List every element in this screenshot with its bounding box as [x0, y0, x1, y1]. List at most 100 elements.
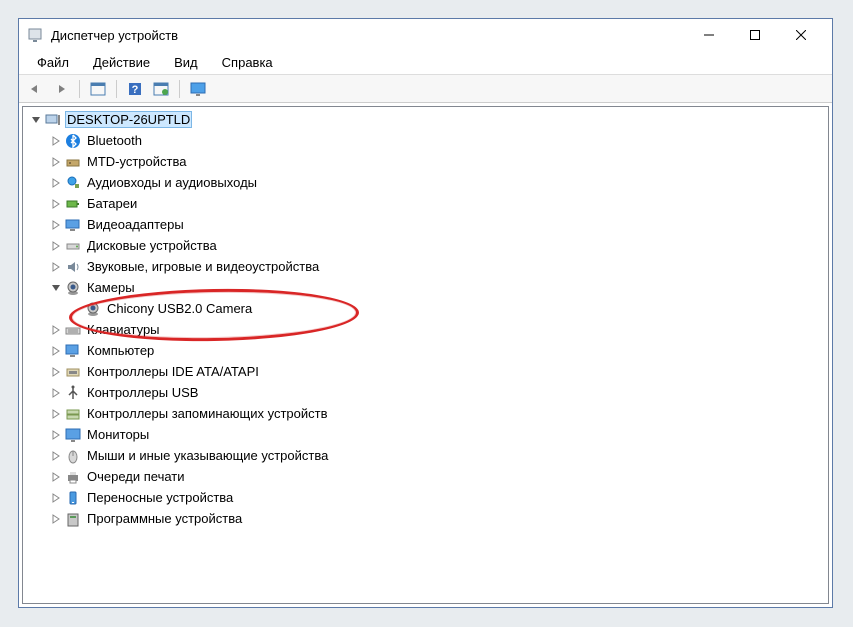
category-label: Камеры	[85, 280, 137, 295]
device-tree[interactable]: DESKTOP-26UPTLD Bluetooth MTD-устройства А…	[22, 106, 829, 604]
chevron-right-icon[interactable]	[49, 134, 63, 148]
tree-category[interactable]: Клавиатуры	[23, 319, 828, 340]
tree-category[interactable]: Контроллеры запоминающих устройств	[23, 403, 828, 424]
category-label: Мониторы	[85, 427, 151, 442]
category-label: Мыши и иные указывающие устройства	[85, 448, 330, 463]
chevron-right-icon[interactable]	[49, 428, 63, 442]
category-label: MTD-устройства	[85, 154, 188, 169]
tree-category[interactable]: Мыши и иные указывающие устройства	[23, 445, 828, 466]
menu-help[interactable]: Справка	[212, 53, 283, 72]
minimize-button[interactable]	[686, 20, 732, 50]
category-label: Переносные устройства	[85, 490, 235, 505]
category-label: Программные устройства	[85, 511, 244, 526]
mtd-icon	[65, 154, 81, 170]
tree-category[interactable]: MTD-устройства	[23, 151, 828, 172]
display-icon	[65, 217, 81, 233]
storage-icon	[65, 406, 81, 422]
category-label: Аудиовходы и аудиовыходы	[85, 175, 259, 190]
tree-category[interactable]: Очереди печати	[23, 466, 828, 487]
help-button[interactable]: ?	[123, 78, 147, 100]
category-label: Видеоадаптеры	[85, 217, 186, 232]
category-label: Bluetooth	[85, 133, 144, 148]
chevron-right-icon[interactable]	[49, 470, 63, 484]
chevron-down-icon[interactable]	[29, 113, 43, 127]
tree-device[interactable]: Chicony USB2.0 Camera	[23, 298, 828, 319]
usb-icon	[65, 385, 81, 401]
disk-icon	[65, 238, 81, 254]
window-title: Диспетчер устройств	[51, 28, 178, 43]
chevron-right-icon[interactable]	[49, 218, 63, 232]
battery-icon	[65, 196, 81, 212]
tree-category[interactable]: Контроллеры IDE ATA/ATAPI	[23, 361, 828, 382]
chevron-right-icon[interactable]	[49, 155, 63, 169]
forward-button[interactable]	[49, 78, 73, 100]
category-label: Контроллеры запоминающих устройств	[85, 406, 329, 421]
ide-icon	[65, 364, 81, 380]
chevron-down-icon[interactable]	[49, 281, 63, 295]
software-icon	[65, 511, 81, 527]
chevron-right-icon[interactable]	[49, 449, 63, 463]
app-icon	[27, 27, 43, 43]
tree-category[interactable]: Компьютер	[23, 340, 828, 361]
svg-text:?: ?	[132, 84, 139, 96]
tree-category[interactable]: Дисковые устройства	[23, 235, 828, 256]
chevron-right-icon[interactable]	[49, 323, 63, 337]
audio-icon	[65, 175, 81, 191]
chevron-right-icon[interactable]	[49, 197, 63, 211]
bluetooth-icon	[65, 133, 81, 149]
chevron-right-icon[interactable]	[49, 407, 63, 421]
chevron-right-icon[interactable]	[49, 512, 63, 526]
menu-file[interactable]: Файл	[27, 53, 79, 72]
tree-category[interactable]: Камеры	[23, 277, 828, 298]
keyboard-icon	[65, 322, 81, 338]
tree-category[interactable]: Контроллеры USB	[23, 382, 828, 403]
category-label: Контроллеры USB	[85, 385, 200, 400]
toolbar-separator	[116, 80, 117, 98]
camera-icon	[85, 301, 101, 317]
chevron-right-icon[interactable]	[49, 176, 63, 190]
mouse-icon	[65, 448, 81, 464]
category-label: Клавиатуры	[85, 322, 162, 337]
chevron-right-icon[interactable]	[49, 344, 63, 358]
tree-category[interactable]: Батареи	[23, 193, 828, 214]
chevron-right-icon[interactable]	[49, 260, 63, 274]
chevron-right-icon[interactable]	[49, 239, 63, 253]
tree-category[interactable]: Аудиовходы и аудиовыходы	[23, 172, 828, 193]
titlebar: Диспетчер устройств	[19, 19, 832, 51]
back-button[interactable]	[23, 78, 47, 100]
device-label: Chicony USB2.0 Camera	[105, 301, 254, 316]
toolbar-separator	[79, 80, 80, 98]
computer-icon	[45, 112, 61, 128]
tree-category[interactable]: Программные устройства	[23, 508, 828, 529]
category-label: Компьютер	[85, 343, 156, 358]
camera-icon	[65, 280, 81, 296]
category-label: Батареи	[85, 196, 139, 211]
category-label: Очереди печати	[85, 469, 187, 484]
computer-icon	[65, 343, 81, 359]
chevron-right-icon[interactable]	[49, 491, 63, 505]
tree-category[interactable]: Переносные устройства	[23, 487, 828, 508]
chevron-right-icon[interactable]	[49, 365, 63, 379]
tree-category[interactable]: Звуковые, игровые и видеоустройства	[23, 256, 828, 277]
tree-category[interactable]: Видеоадаптеры	[23, 214, 828, 235]
category-label: Звуковые, игровые и видеоустройства	[85, 259, 321, 274]
root-label: DESKTOP-26UPTLD	[65, 111, 192, 128]
tree-category[interactable]: Мониторы	[23, 424, 828, 445]
tree-category[interactable]: Bluetooth	[23, 130, 828, 151]
maximize-button[interactable]	[732, 20, 778, 50]
printer-icon	[65, 469, 81, 485]
menu-view[interactable]: Вид	[164, 53, 208, 72]
tree-root[interactable]: DESKTOP-26UPTLD	[23, 109, 828, 130]
menu-action[interactable]: Действие	[83, 53, 160, 72]
toolbar: ?	[19, 75, 832, 103]
show-hidden-button[interactable]	[86, 78, 110, 100]
content-area: DESKTOP-26UPTLD Bluetooth MTD-устройства А…	[19, 103, 832, 607]
close-button[interactable]	[778, 20, 824, 50]
category-label: Контроллеры IDE ATA/ATAPI	[85, 364, 261, 379]
monitor-icon	[65, 427, 81, 443]
scan-hardware-button[interactable]	[149, 78, 173, 100]
chevron-right-icon[interactable]	[49, 386, 63, 400]
monitor-button[interactable]	[186, 78, 210, 100]
menubar: Файл Действие Вид Справка	[19, 51, 832, 75]
toolbar-separator	[179, 80, 180, 98]
